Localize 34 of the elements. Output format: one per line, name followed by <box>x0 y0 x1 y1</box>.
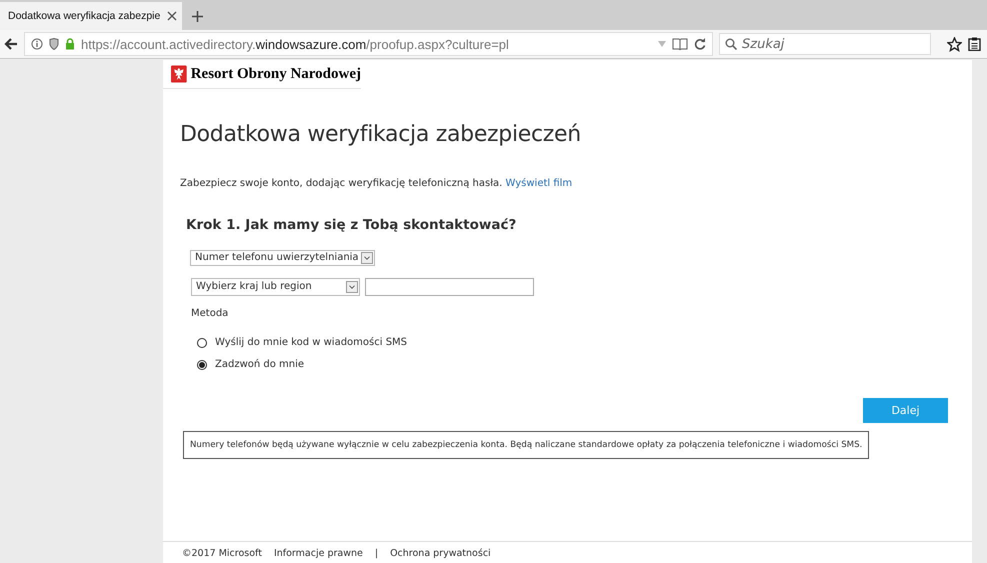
radio-label[interactable]: Wyślij do mnie kod w wiadomości SMS <box>215 337 408 348</box>
step-heading: Krok 1. Jak mamy się z Tobą skontaktować? <box>186 217 518 233</box>
star-icon[interactable] <box>947 36 962 52</box>
contact-type-select[interactable]: Numer telefonu uwierzytelniania <box>190 250 375 266</box>
shield-icon[interactable] <box>49 38 59 50</box>
intro-text: Zabezpiecz swoje konto, dodając weryfikację telefoniczną hasła. Wyświetl film <box>180 178 574 189</box>
copyright-text: ©2017 Microsoft <box>182 548 262 558</box>
radio-label[interactable]: Zadzwoń do mnie <box>215 359 304 370</box>
chevron-down-icon <box>360 252 373 264</box>
notice-text: Numery telefonów będą używane wyłącznie w celu zabezpieczenia konta. Będą naliczane standardowe opłaty za połączenia telefoniczne i wiadomości SMS. <box>183 430 870 458</box>
back-arrow-icon[interactable] <box>4 38 18 50</box>
chevron-down-icon <box>346 280 358 292</box>
info-icon[interactable] <box>31 38 43 50</box>
radio-button[interactable] <box>197 338 207 348</box>
new-tab-icon[interactable] <box>192 11 203 22</box>
reload-icon[interactable] <box>694 38 706 50</box>
country-select[interactable]: Wybierz kraj lub region <box>191 278 360 296</box>
address-bar[interactable]: https://account.activedirectory.windowsazure.com/proofup.aspx?culture=pl <box>24 32 713 56</box>
footer-link[interactable]: Ochrona prywatności <box>390 548 491 558</box>
page-title: Dodatkowa weryfikacja zabezpieczeń <box>180 122 582 147</box>
book-icon[interactable] <box>672 38 688 50</box>
lock-icon[interactable] <box>65 38 75 50</box>
clipboard-icon[interactable] <box>968 37 981 51</box>
search-field[interactable]: Szukaj <box>719 33 931 55</box>
footer-link[interactable]: Informacje prawne <box>274 548 363 558</box>
close-icon[interactable] <box>167 11 177 21</box>
url-text: https://account.activedirectory.windowsazure.com/proofup.aspx?culture=pl <box>81 36 509 52</box>
logo-text: Resort Obrony Narodowej <box>190 66 361 82</box>
phone-number-field[interactable] <box>365 278 534 296</box>
method-label: Metoda <box>191 308 230 318</box>
radio-button[interactable] <box>197 360 207 370</box>
video-link[interactable]: Wyświetl film <box>506 178 572 189</box>
browser-tab[interactable]: Dodatkowa weryfikacja zabezpie <box>0 2 182 30</box>
separator-text: | <box>374 548 378 558</box>
